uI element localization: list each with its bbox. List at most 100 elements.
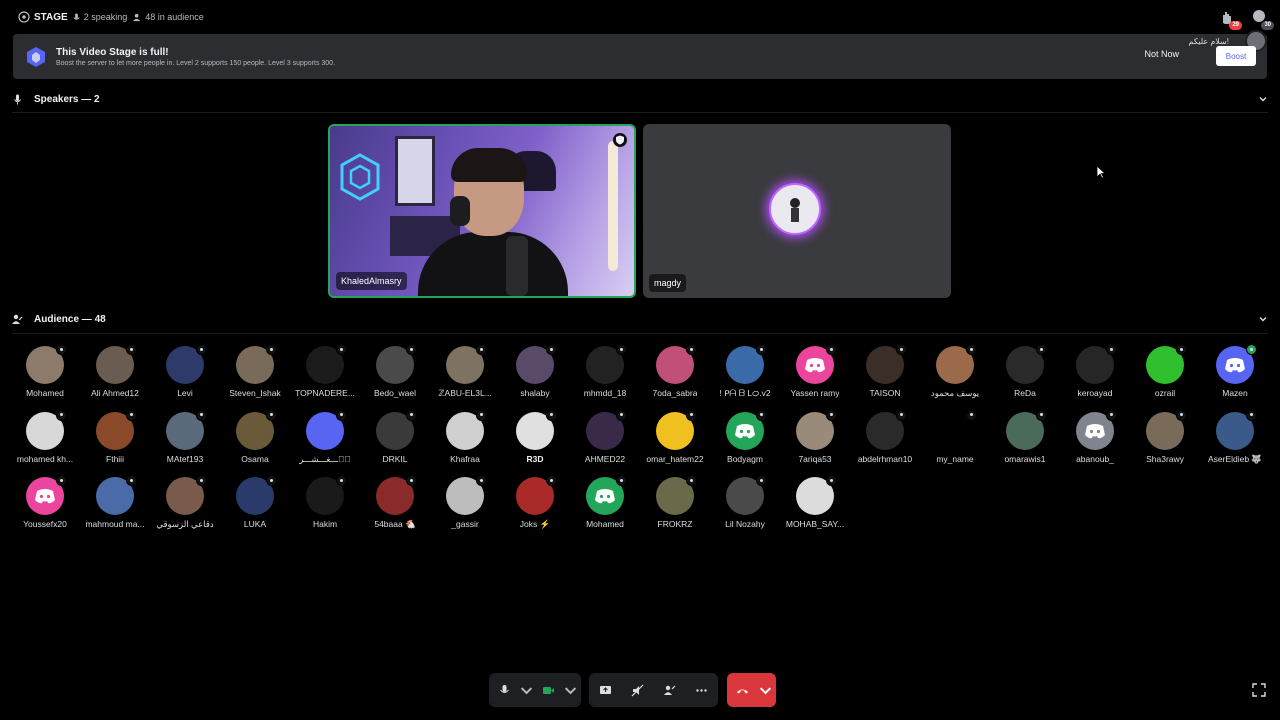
audience-member[interactable]: يوسف محمود bbox=[920, 344, 990, 399]
audience-member[interactable]: Ali Ahmed12 bbox=[80, 344, 150, 398]
audience-member[interactable]: دقاعي الزسوقي bbox=[150, 475, 220, 530]
member-name: FROKRZ bbox=[657, 519, 693, 529]
audience-member[interactable]: DRKIL bbox=[360, 409, 430, 464]
chevron-down-icon[interactable] bbox=[1258, 94, 1268, 104]
soundboard-button[interactable] bbox=[621, 673, 653, 707]
audience-member[interactable]: 54baaa 🐔 bbox=[360, 475, 430, 530]
divider bbox=[12, 333, 1268, 334]
audience-member[interactable]: 7oda_sabra bbox=[640, 344, 710, 398]
member-name: ℤABU-EL3L... bbox=[438, 388, 492, 398]
audience-member[interactable]: Sha3rawy bbox=[1130, 409, 1200, 464]
member-name: mohamed kh... bbox=[16, 453, 74, 464]
audience-member[interactable]: ReDa bbox=[990, 344, 1060, 398]
audience-member[interactable]: Youssefx20 bbox=[10, 475, 80, 529]
audience-member[interactable]: Steven_Ishak bbox=[220, 344, 290, 398]
audience-member[interactable]: mahmoud ma... bbox=[80, 475, 150, 529]
status-indicator bbox=[896, 409, 907, 421]
audience-member[interactable]: ℤABU-EL3L... bbox=[430, 344, 500, 399]
audience-member[interactable]: my_name bbox=[920, 409, 990, 464]
audience-member[interactable]: ozrail bbox=[1130, 344, 1200, 398]
avatar-figure bbox=[790, 198, 800, 222]
audience-member[interactable]: R3D bbox=[500, 409, 570, 464]
member-name: my_name bbox=[936, 453, 974, 464]
audience-member[interactable]: mhmdd_18 bbox=[570, 344, 640, 398]
audience-member[interactable]: ع۪ـــغـــشـــر bbox=[290, 409, 360, 465]
member-name: 54baaa 🐔 bbox=[374, 519, 416, 529]
audience-member[interactable]: Osama bbox=[220, 409, 290, 464]
audience-member[interactable]: MAtef193 bbox=[150, 409, 220, 464]
audience-member[interactable]: _gassir bbox=[430, 475, 500, 529]
speaker-video bbox=[330, 126, 634, 296]
member-name: Mohamed bbox=[586, 519, 624, 529]
speakers-header[interactable]: Speakers — 2 bbox=[12, 89, 1268, 109]
leave-stage-button[interactable] bbox=[727, 673, 758, 707]
audience-member[interactable]: Mohamed bbox=[10, 344, 80, 398]
audience-member[interactable]: omarawis1 bbox=[990, 409, 1060, 464]
audience-member[interactable]: Bodyagm bbox=[710, 409, 780, 464]
audience-member[interactable]: MOHAB_SAY... bbox=[780, 475, 850, 529]
avatar bbox=[1006, 344, 1047, 384]
avatar bbox=[166, 475, 207, 515]
status-indicator bbox=[266, 344, 277, 355]
avatar bbox=[516, 344, 557, 384]
audience-member[interactable]: AHMED22 bbox=[570, 409, 640, 464]
status-indicator bbox=[546, 344, 557, 355]
avatar bbox=[796, 475, 837, 515]
audience-member[interactable]: Joks ⚡ bbox=[500, 475, 570, 530]
speaker-tile-video[interactable]: KhaledAlmasry bbox=[328, 124, 636, 298]
audience-member[interactable]: Mohamed bbox=[570, 475, 640, 529]
audience-member[interactable]: TAISON bbox=[850, 344, 920, 398]
stage-label: STAGE bbox=[34, 11, 68, 23]
audio-options-button[interactable] bbox=[519, 673, 533, 707]
stage-window: { "topbar": { "stage_label": "STAGE", "s… bbox=[0, 0, 1280, 720]
audience-member[interactable]: Yassen ramy bbox=[780, 344, 850, 398]
member-name: MAtef193 bbox=[166, 453, 204, 464]
boost-button[interactable]: Boost bbox=[1216, 46, 1256, 66]
member-name: 7oda_sabra bbox=[652, 388, 698, 398]
member-name: shalaby bbox=[520, 388, 550, 398]
audience-member[interactable]: abanoub_ bbox=[1060, 409, 1130, 464]
member-name: ع۪ـــغـــشـــر bbox=[299, 453, 351, 464]
audience-member[interactable]: Hakim bbox=[290, 475, 360, 529]
audience-member[interactable]: mohamed kh... bbox=[10, 409, 80, 464]
desk-microphone bbox=[506, 236, 528, 296]
leave-options-button[interactable] bbox=[758, 673, 772, 707]
status-indicator bbox=[826, 344, 837, 355]
audience-member[interactable]: Lil Nozahy bbox=[710, 475, 780, 529]
audience-member[interactable]: shalaby bbox=[500, 344, 570, 398]
status-indicator bbox=[126, 409, 137, 421]
audience-member[interactable]: Levi bbox=[150, 344, 220, 398]
audience-member[interactable]: AserEldieb 🐺 bbox=[1200, 409, 1270, 465]
not-now-button[interactable]: Not Now bbox=[1144, 49, 1179, 59]
audience-member[interactable]: keroayad bbox=[1060, 344, 1130, 398]
raised-hands-button[interactable]: 29 bbox=[1218, 8, 1242, 30]
fullscreen-icon[interactable] bbox=[1252, 683, 1266, 697]
chevron-down-icon[interactable] bbox=[1258, 314, 1268, 324]
audience-member[interactable]: ! ᑭᗩ ᗷ Lᝪ.v2 bbox=[710, 344, 780, 399]
audience-member[interactable]: 7ariqa53 bbox=[780, 409, 850, 464]
mute-button[interactable] bbox=[489, 673, 519, 707]
audience-member[interactable]: FROKRZ bbox=[640, 475, 710, 529]
camera-button[interactable] bbox=[533, 673, 563, 707]
audience-member[interactable]: Khafraa bbox=[430, 409, 500, 464]
speaker-tile-avatar[interactable]: magdy bbox=[643, 124, 951, 298]
audience-tools-button[interactable] bbox=[653, 673, 685, 707]
avatar bbox=[726, 475, 767, 515]
video-options-button[interactable] bbox=[563, 673, 577, 707]
audience-member[interactable]: Fthiii bbox=[80, 409, 150, 464]
avatar bbox=[166, 344, 207, 384]
audience-member[interactable]: omar_hatem22 bbox=[640, 409, 710, 464]
share-screen-button[interactable] bbox=[589, 673, 621, 707]
avatar bbox=[726, 344, 767, 384]
audience-member[interactable]: Bedo_wael bbox=[360, 344, 430, 398]
audience-member[interactable]: LUKA bbox=[220, 475, 290, 529]
audience-member[interactable]: TOPNADERE... bbox=[290, 344, 360, 398]
av-controls bbox=[489, 673, 581, 707]
audience-member[interactable]: abdelrhman10 bbox=[850, 409, 920, 464]
status-indicator bbox=[616, 409, 627, 421]
audience-header[interactable]: Audience — 48 bbox=[12, 309, 1268, 329]
audience-member[interactable]: Mazen bbox=[1200, 344, 1270, 398]
avatar bbox=[446, 344, 487, 384]
activity-button[interactable]: 30 bbox=[1250, 8, 1274, 30]
more-options-button[interactable] bbox=[685, 673, 717, 707]
